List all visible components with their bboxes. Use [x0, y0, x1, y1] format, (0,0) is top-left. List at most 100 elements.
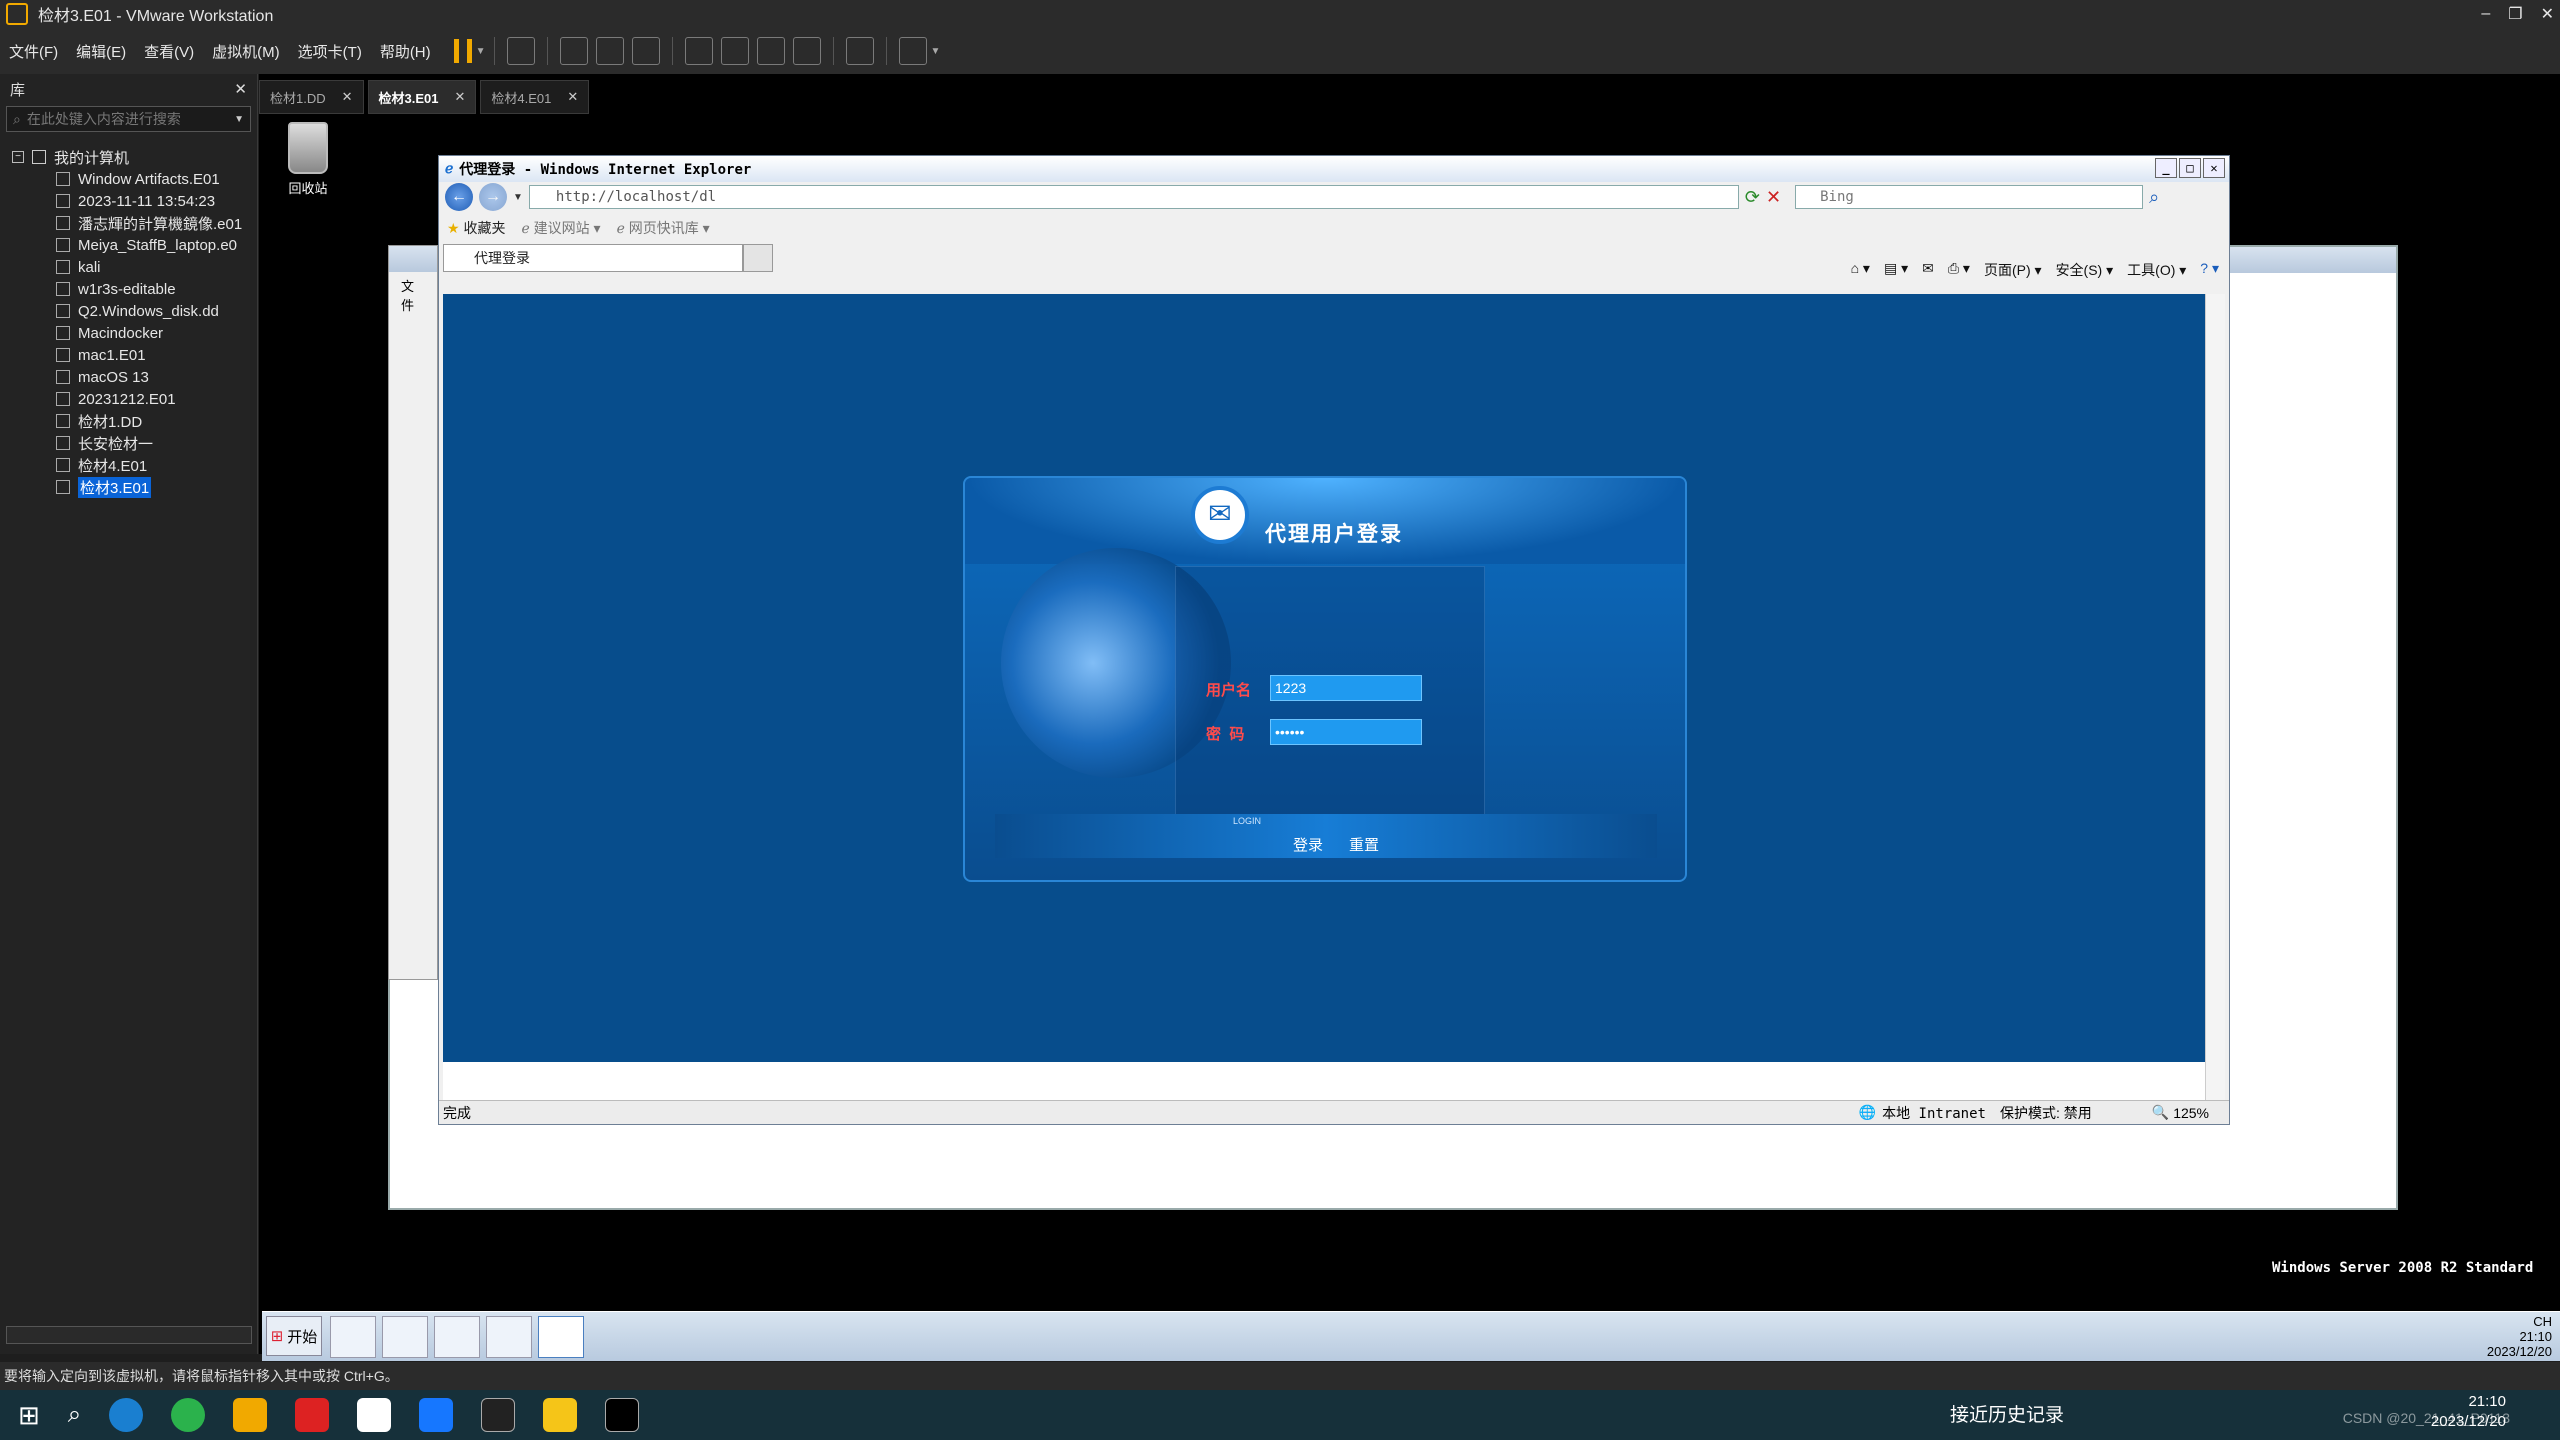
tab-close-icon[interactable]: ✕ [455, 89, 466, 105]
tab-close-icon[interactable]: ✕ [567, 89, 578, 105]
status-zoom[interactable]: 125% [2173, 1105, 2209, 1121]
library-vm-item[interactable]: Macindocker [0, 322, 257, 344]
stretch-dropdown-icon[interactable]: ▼ [931, 46, 941, 57]
history-widget[interactable]: 接近历史记录 [1950, 1400, 2064, 1427]
feeds-icon[interactable]: ▤ ▾ [1884, 260, 1908, 280]
search-icon[interactable]: ⌕ [68, 1401, 81, 1429]
forward-icon[interactable]: → [479, 183, 507, 211]
network-icon[interactable] [486, 1316, 532, 1358]
library-vm-item[interactable]: 20231212.E01 [0, 388, 257, 410]
print-icon[interactable]: ⎙ ▾ [1948, 260, 1970, 280]
wechat-icon[interactable] [171, 1398, 206, 1432]
search-dropdown-icon[interactable]: ▼ [234, 114, 244, 125]
ie-minimize-button[interactable]: _ [2155, 158, 2177, 178]
ie-taskbar-icon[interactable] [538, 1316, 584, 1358]
tools-menu[interactable]: 工具(O) ▾ [2127, 260, 2186, 280]
pause-icon[interactable] [453, 39, 472, 63]
password-input[interactable]: •••••• [1270, 719, 1422, 745]
feishu-icon[interactable] [419, 1398, 454, 1432]
collapse-icon[interactable]: − [12, 151, 24, 163]
reset-button[interactable]: 重置 [1349, 834, 1379, 855]
ie-close-button[interactable]: ✕ [2203, 158, 2225, 178]
history-dropdown-icon[interactable]: ▼ [513, 192, 523, 203]
restore-button[interactable]: ❐ [2508, 4, 2522, 24]
library-vm-item[interactable]: 潘志輝的計算機鏡像.e01 [0, 212, 257, 234]
library-search-input[interactable]: ⌕ 在此处键入内容进行搜索 ▼ [6, 106, 251, 132]
login-button[interactable]: 登录 [1293, 834, 1323, 855]
ie-vertical-scrollbar[interactable] [2205, 294, 2225, 1100]
library-vm-item[interactable]: macOS 13 [0, 366, 257, 388]
safety-menu[interactable]: 安全(S) ▾ [2056, 260, 2114, 280]
ie-titlebar[interactable]: ℯ 代理登录 - Windows Internet Explorer _ □ ✕ [439, 156, 2229, 182]
vm-tab[interactable]: 检材4.E01 ✕ [480, 80, 590, 114]
terminal-icon[interactable] [605, 1398, 640, 1432]
menu-edit[interactable]: 编辑(E) [67, 41, 135, 62]
library-vm-item[interactable]: w1r3s-editable [0, 278, 257, 300]
library-vm-item[interactable]: Window Artifacts.E01 [0, 168, 257, 190]
menu-vm[interactable]: 虚拟机(M) [203, 41, 289, 62]
snapshot-manager-icon[interactable] [631, 37, 660, 65]
library-vm-item[interactable]: 检材1.DD [0, 410, 257, 432]
vm-tab[interactable]: 检材1.DD ✕ [259, 80, 364, 114]
server-manager-icon[interactable] [330, 1316, 376, 1358]
tree-root[interactable]: − 我的计算机 [0, 146, 257, 168]
guest-lang[interactable]: CH [2487, 1314, 2552, 1329]
web-slice-button[interactable]: ℯ 网页快讯库 ▾ [617, 218, 710, 238]
new-tab-button[interactable] [743, 244, 773, 272]
home-icon[interactable]: ⌂ ▾ [1851, 260, 1870, 280]
refresh-icon[interactable]: ⟳ [1745, 187, 1760, 208]
library-vm-item[interactable]: kali [0, 256, 257, 278]
menu-help[interactable]: 帮助(H) [371, 41, 440, 62]
stretch-view-icon[interactable] [898, 37, 927, 65]
stop-icon[interactable]: ✕ [1766, 187, 1781, 208]
edge-icon[interactable] [109, 1398, 144, 1432]
send-keys-icon[interactable] [506, 37, 535, 65]
unity-icon[interactable] [792, 37, 821, 65]
app-icon[interactable] [481, 1398, 516, 1432]
library-vm-item[interactable]: 2023-11-11 13:54:23 [0, 190, 257, 212]
tab-close-icon[interactable]: ✕ [342, 89, 353, 105]
ie-tab[interactable]: 代理登录 [443, 244, 743, 272]
pdf-icon[interactable] [295, 1398, 330, 1432]
search-input[interactable]: Bing [1795, 185, 2144, 209]
revert-snapshot-icon[interactable] [595, 37, 624, 65]
library-close-icon[interactable]: ✕ [234, 80, 247, 98]
snapshot-icon[interactable] [559, 37, 588, 65]
menu-file[interactable]: 文件(F) [0, 41, 67, 62]
search-icon[interactable]: ⌕ [2149, 187, 2159, 208]
recycle-bin[interactable]: 回收站 [276, 122, 340, 197]
back-icon[interactable]: ← [445, 183, 473, 211]
library-vm-item[interactable]: Meiya_StaffB_laptop.e0 [0, 234, 257, 256]
library-vm-item[interactable]: 检材4.E01 [0, 454, 257, 476]
username-input[interactable]: 1223 [1270, 675, 1422, 701]
thumbnail-bar-icon[interactable] [720, 37, 749, 65]
close-button[interactable]: ✕ [2541, 4, 2554, 24]
windows-start-icon[interactable]: ⊞ [18, 1400, 40, 1431]
zoom-icon[interactable]: 🔍 [2152, 1104, 2169, 1121]
show-library-icon[interactable] [684, 37, 713, 65]
suggested-sites-button[interactable]: ℯ 建议网站 ▾ [521, 218, 600, 238]
ie-maximize-button[interactable]: □ [2179, 158, 2201, 178]
fullscreen-icon[interactable] [756, 37, 785, 65]
folder-icon[interactable] [434, 1316, 480, 1358]
favorites-button[interactable]: ★ 收藏夹 [447, 218, 505, 238]
library-vm-item[interactable]: Q2.Windows_disk.dd [0, 300, 257, 322]
pause-dropdown-icon[interactable]: ▼ [476, 46, 486, 57]
notes-icon[interactable] [543, 1398, 578, 1432]
typora-icon[interactable] [357, 1398, 392, 1432]
address-bar[interactable]: http://localhost/dl [528, 185, 1739, 209]
console-icon[interactable] [845, 37, 874, 65]
background-explorer-pane[interactable]: 文件 [388, 245, 438, 980]
mail-icon[interactable]: ✉ [1922, 260, 1934, 280]
library-horizontal-scrollbar[interactable] [6, 1326, 252, 1344]
powershell-icon[interactable] [382, 1316, 428, 1358]
page-menu[interactable]: 页面(P) ▾ [1984, 260, 2042, 280]
minimize-button[interactable]: – [2481, 5, 2490, 23]
help-icon[interactable]: ? ▾ [2200, 260, 2219, 280]
explorer-menu-file[interactable]: 文件 [389, 272, 437, 318]
guest-start-button[interactable]: ⊞ 开始 [266, 1316, 322, 1356]
library-vm-item[interactable]: 长安检材一 [0, 432, 257, 454]
vmware-icon[interactable] [233, 1398, 268, 1432]
library-vm-item[interactable]: mac1.E01 [0, 344, 257, 366]
menu-tabs[interactable]: 选项卡(T) [289, 41, 371, 62]
